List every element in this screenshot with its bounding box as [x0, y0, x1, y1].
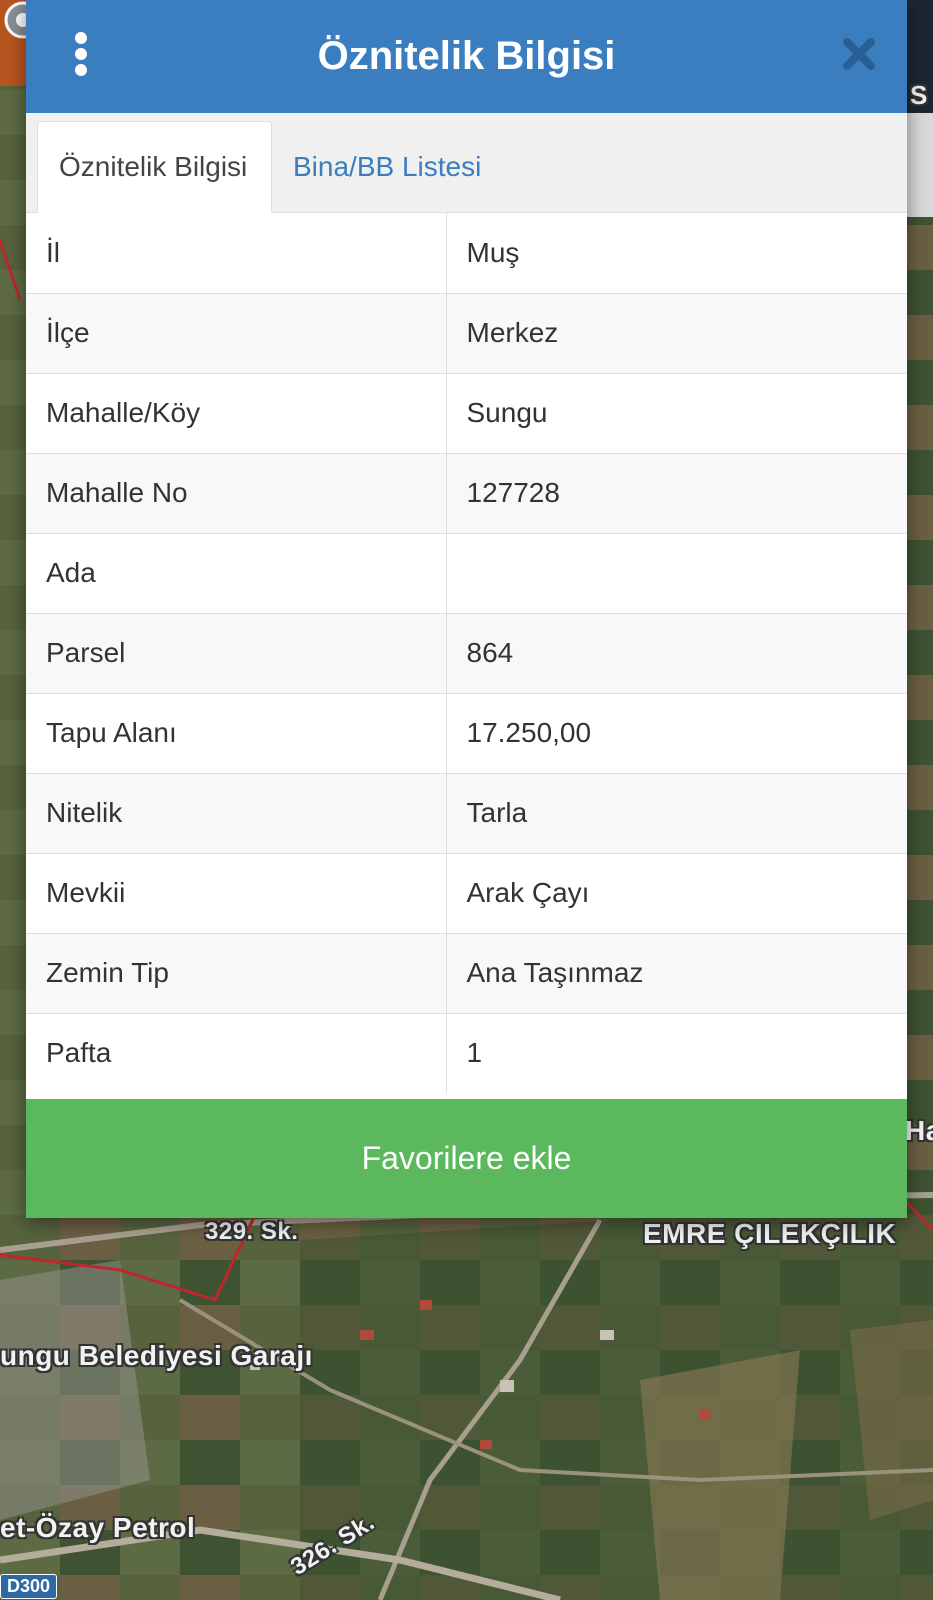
table-row: Parsel 864: [26, 613, 907, 694]
add-to-favorites-button[interactable]: Favorilere ekle: [26, 1099, 907, 1218]
table-row: Mahalle No 127728: [26, 453, 907, 534]
tab-building-list[interactable]: Bina/BB Listesi: [272, 121, 502, 212]
attribute-key: Nitelik: [26, 773, 447, 854]
table-row: Nitelik Tarla: [26, 773, 907, 854]
attribute-info-modal: Öznitelik Bilgisi Öznitelik Bilgisi Bina…: [26, 0, 907, 1218]
modal-header: Öznitelik Bilgisi: [26, 0, 907, 113]
attribute-key: Zemin Tip: [26, 933, 447, 1014]
attribute-key: Pafta: [26, 1013, 447, 1093]
close-icon[interactable]: [841, 36, 877, 72]
map-label-poi-emre[interactable]: EMRE ÇILEKÇILIK: [643, 1218, 896, 1250]
attribute-key: Mahalle/Köy: [26, 373, 447, 454]
attribute-value: Muş: [446, 213, 907, 294]
road-shield-d300: D300: [0, 1574, 58, 1599]
table-row: Mahalle/Köy Sungu: [26, 373, 907, 454]
table-row: Mevkii Arak Çayı: [26, 853, 907, 934]
attribute-value: 127728: [446, 453, 907, 534]
table-row: İl Muş: [26, 213, 907, 294]
table-row: İlçe Merkez: [26, 293, 907, 374]
attribute-value: 864: [446, 613, 907, 694]
attribute-value: Arak Çayı: [446, 853, 907, 934]
attribute-key: Ada: [26, 533, 447, 614]
attribute-value: Sungu: [446, 373, 907, 454]
attribute-value: Tarla: [446, 773, 907, 854]
attribute-value: Merkez: [446, 293, 907, 374]
attribute-value: [446, 533, 907, 614]
attribute-value: 17.250,00: [446, 693, 907, 774]
table-row: Ada: [26, 533, 907, 614]
tab-bar: Öznitelik Bilgisi Bina/BB Listesi: [26, 113, 907, 213]
attribute-table: İl Muş İlçe Merkez Mahalle/Köy Sungu Mah…: [26, 213, 907, 1093]
modal-title: Öznitelik Bilgisi: [317, 34, 616, 78]
attribute-value: 1: [466, 1037, 483, 1069]
attribute-key: Tapu Alanı: [26, 693, 447, 774]
map-side-panel-edge: [907, 113, 933, 217]
map-label-road-329: 329. Sk.: [205, 1218, 299, 1245]
table-row: Pafta 1: [26, 1013, 907, 1093]
table-row: Tapu Alanı 17.250,00: [26, 693, 907, 774]
tab-attribute-info[interactable]: Öznitelik Bilgisi: [37, 121, 272, 213]
map-label-edge-s: S: [910, 80, 928, 110]
attribute-value: Ana Taşınmaz: [446, 933, 907, 1014]
more-vertical-icon[interactable]: [64, 30, 98, 78]
attribute-key: İlçe: [26, 293, 447, 374]
table-row: Zemin Tip Ana Taşınmaz: [26, 933, 907, 1014]
attribute-key: İl: [26, 213, 447, 294]
attribute-key: Mevkii: [26, 853, 447, 934]
map-label-edge-ha: Ha: [905, 1115, 933, 1146]
map-label-poi-petrol[interactable]: et-Özay Petrol: [0, 1512, 195, 1544]
attribute-key: Parsel: [26, 613, 447, 694]
map-label-poi-garaj[interactable]: ungu Belediyesi Garajı: [0, 1340, 313, 1372]
attribute-key: Mahalle No: [26, 453, 447, 534]
